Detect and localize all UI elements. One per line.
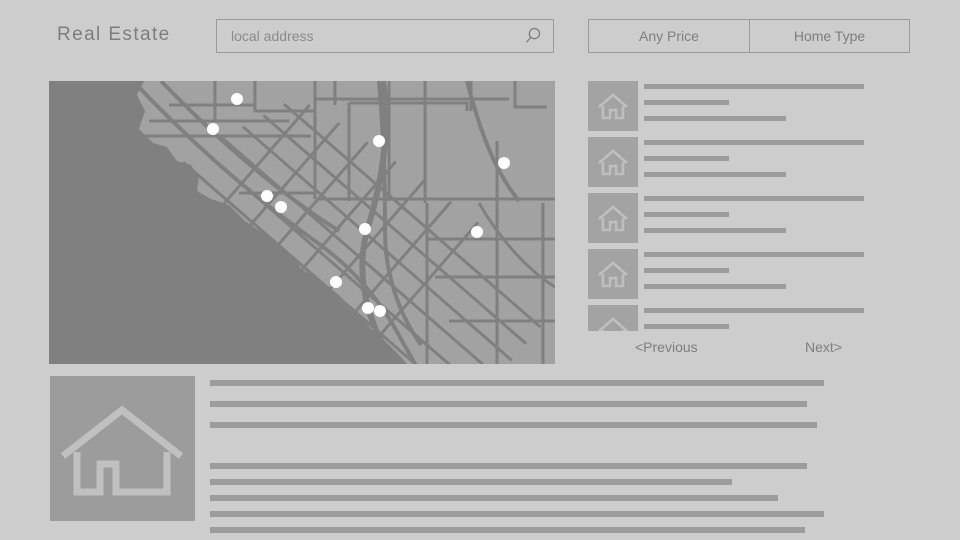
search-icon[interactable]	[524, 27, 542, 45]
listing-line-2	[644, 324, 729, 329]
listing-line-3	[644, 172, 786, 177]
listing-text-lines	[644, 137, 878, 187]
listing-list[interactable]	[588, 81, 878, 331]
listing-line-2	[644, 156, 729, 161]
listing-line-1	[644, 84, 864, 89]
home-icon	[598, 317, 628, 331]
listing-line-1	[644, 252, 864, 257]
home-icon	[598, 205, 628, 232]
map-canvas[interactable]	[49, 81, 555, 364]
filter-group: Any Price Home Type	[588, 19, 910, 53]
detail-p2-line-2	[210, 479, 732, 485]
detail-p2-line-4	[210, 511, 824, 517]
home-icon	[598, 93, 628, 120]
listing-text-lines	[644, 305, 878, 331]
next-page-button[interactable]: Next>	[805, 339, 842, 355]
listing-line-1	[644, 196, 864, 201]
listing-text-lines	[644, 249, 878, 299]
listing-line-2	[644, 100, 729, 105]
detail-p1-line-2	[210, 401, 807, 407]
listing-line-3	[644, 284, 786, 289]
listing-line-3	[644, 228, 786, 233]
listing-card[interactable]	[588, 305, 878, 331]
listing-thumbnail[interactable]	[588, 249, 638, 299]
listing-text-lines	[644, 193, 878, 243]
detail-p2-line-3	[210, 495, 778, 501]
listing-card[interactable]	[588, 137, 878, 187]
detail-p2-line-5	[210, 527, 805, 533]
listing-thumbnail[interactable]	[588, 193, 638, 243]
detail-p2-line-1	[210, 463, 807, 469]
detail-text-lines	[210, 376, 950, 533]
listing-card[interactable]	[588, 81, 878, 131]
listing-card[interactable]	[588, 249, 878, 299]
listing-card[interactable]	[588, 193, 878, 243]
home-icon	[598, 149, 628, 176]
previous-page-button[interactable]: <Previous	[635, 339, 698, 355]
search-input[interactable]	[231, 20, 511, 52]
listing-line-2	[644, 268, 729, 273]
listing-thumbnail[interactable]	[588, 305, 638, 331]
filter-home-type[interactable]: Home Type	[749, 20, 909, 52]
detail-thumbnail[interactable]	[50, 376, 195, 521]
map-graphic	[49, 81, 555, 364]
listing-line-1	[644, 308, 864, 313]
listing-line-3	[644, 116, 786, 121]
home-icon	[598, 261, 628, 288]
detail-p1-line-1	[210, 380, 824, 386]
listing-text-lines	[644, 81, 878, 131]
listing-line-2	[644, 212, 729, 217]
listing-thumbnail[interactable]	[588, 81, 638, 131]
listing-line-1	[644, 140, 864, 145]
home-icon	[60, 405, 184, 496]
search-box[interactable]	[216, 19, 554, 53]
app-root: Real Estate Any Price Home Type	[0, 0, 960, 540]
pagination: <Previous Next>	[588, 339, 878, 361]
listing-thumbnail[interactable]	[588, 137, 638, 187]
page-title: Real Estate	[57, 24, 171, 45]
detail-p1-line-3	[210, 422, 817, 428]
filter-any-price[interactable]: Any Price	[589, 20, 749, 52]
